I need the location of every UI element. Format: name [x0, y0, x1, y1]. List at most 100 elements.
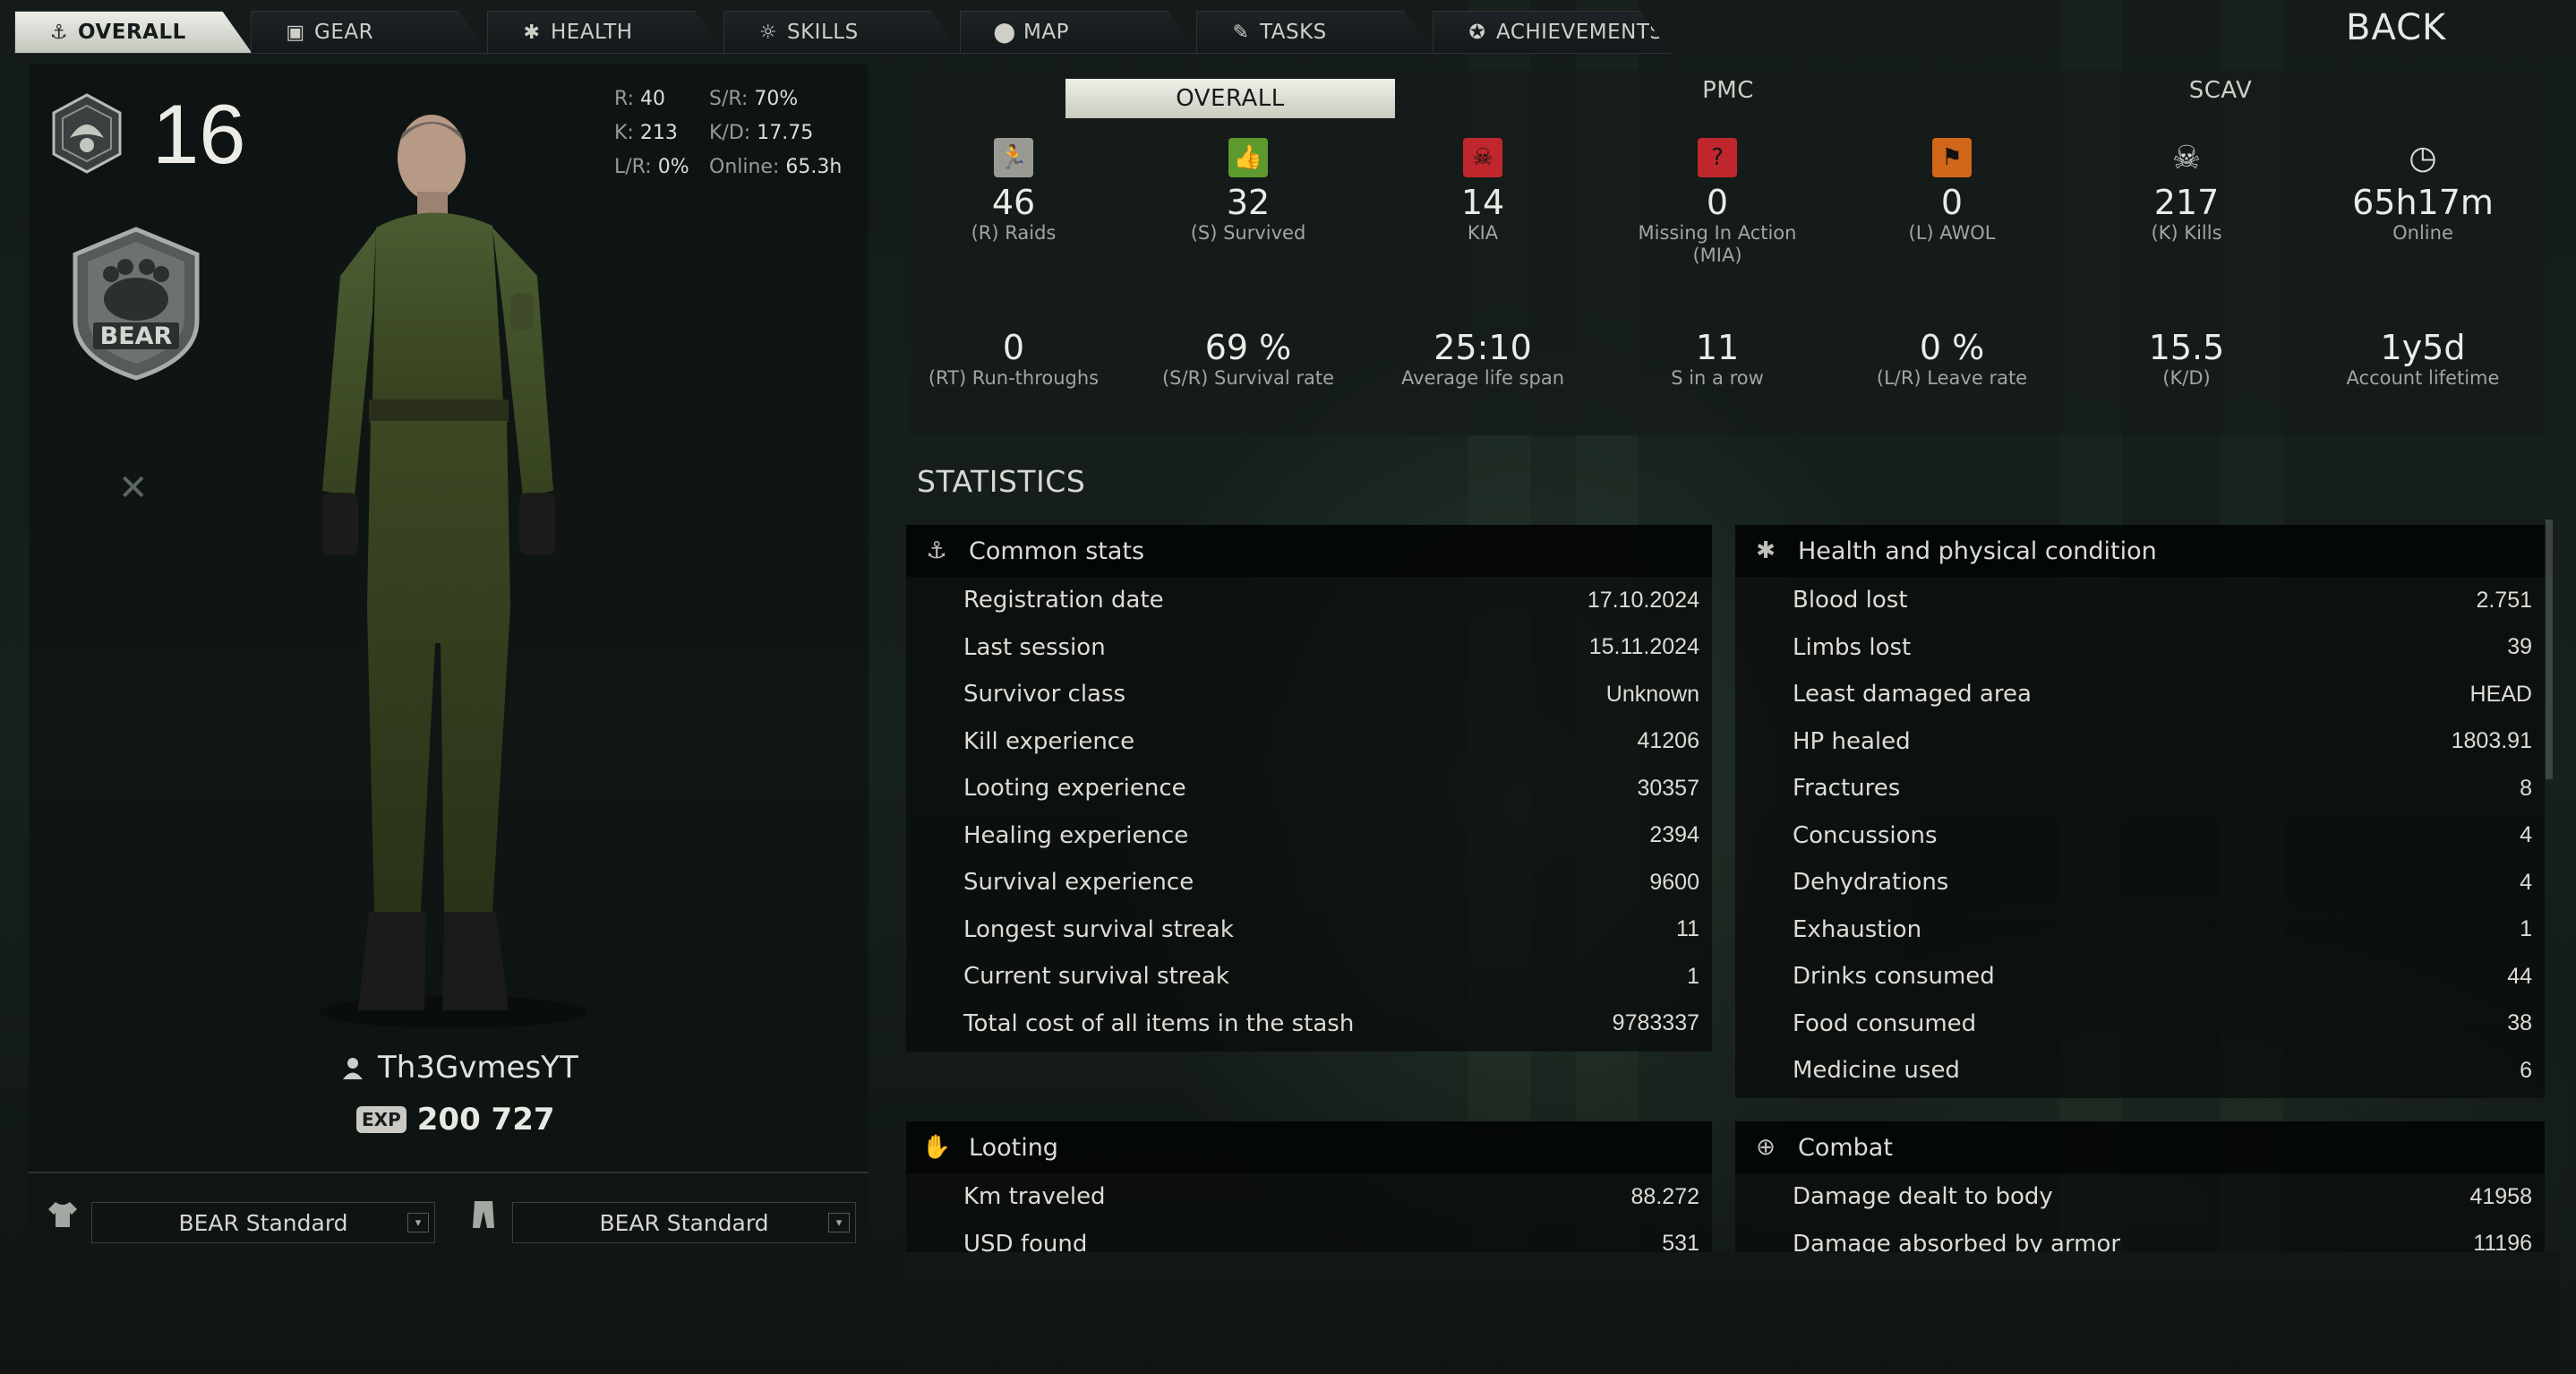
loadout-bar: BEAR Standard ▾ BEAR Standard ▾: [29, 1172, 869, 1259]
summary-stat: 👍 32 (S) Survived: [1132, 138, 1365, 245]
summary-stat: 0 % (L/R) Leave rate: [1836, 328, 2068, 390]
skull-crossbones-icon: ☠: [2171, 139, 2202, 176]
tab-tasks[interactable]: ✎ TASKS: [1196, 11, 1434, 54]
mode-tab-scav[interactable]: SCAV: [2140, 77, 2301, 104]
tab-label: SKILLS: [787, 21, 859, 44]
anchor-icon: ⚓: [49, 21, 69, 44]
stat-value: 2.751: [2476, 587, 2532, 613]
health-stats-header[interactable]: ✱ Health and physical condition: [1735, 525, 2545, 577]
character-model[interactable]: [269, 106, 627, 1046]
mode-tab-overall[interactable]: OVERALL: [1065, 79, 1395, 118]
stat-row: Healing experience 2394: [906, 812, 1712, 860]
tab-skills[interactable]: ☼ SKILLS: [723, 11, 962, 54]
quick-stats: R: 40 S/R: 70% K: 213 K/D: 17.75 L/R: 0% On…: [614, 82, 842, 185]
stat-label: Km traveled: [963, 1183, 1106, 1211]
stat-row: Last session 15.11.2024: [906, 624, 1712, 672]
summary-stat: ☠ 217 (K) Kills: [2070, 138, 2303, 245]
stat-label: Healing experience: [963, 821, 1189, 849]
stat-row: Looting experience 30357: [906, 765, 1712, 812]
bulb-icon: ☼: [758, 21, 778, 44]
stat-label: Concussions: [1793, 821, 1938, 849]
summary-value: 1y5d: [2380, 328, 2466, 367]
back-button[interactable]: BACK: [2346, 7, 2446, 48]
kills-value: 213: [639, 122, 678, 144]
anchor-icon: ⚓: [926, 537, 947, 564]
summary-value: 69 %: [1204, 328, 1292, 367]
stat-row: Fractures 8: [1735, 765, 2545, 812]
tab-achievements[interactable]: ✪ ACHIEVEMENTS: [1433, 11, 1671, 54]
stat-row: HP healed 1803.91: [1735, 718, 2545, 766]
bear-faction-emblem: BEAR: [73, 227, 200, 381]
health-stats-panel: ✱ Health and physical condition Blood lo…: [1735, 525, 2545, 1098]
stat-label: Last session: [963, 633, 1106, 661]
tab-label: HEALTH: [551, 21, 633, 44]
player-level: 16: [152, 87, 246, 181]
bottom-clothing-dropdown[interactable]: BEAR Standard ▾: [512, 1202, 856, 1243]
top-nav: ⚓ OVERALL ▣ GEAR ✱ HEALTH ☼ SKILLS ⬤ MAP ✎ TASKS ✪ AC…: [14, 11, 1671, 54]
health-icon: ✱: [523, 21, 541, 44]
combat-header[interactable]: ⊕ Combat: [1735, 1121, 2545, 1173]
stat-label: Total cost of all items in the stash: [963, 1009, 1355, 1037]
stat-label: Survival experience: [963, 869, 1194, 897]
clock-icon: ◷: [2409, 139, 2437, 176]
stat-value: 39: [2507, 634, 2532, 660]
scrollbar[interactable]: [2546, 520, 2553, 779]
tab-overall[interactable]: ⚓ OVERALL: [14, 11, 252, 54]
stat-value: 30357: [1637, 775, 1699, 801]
stat-row: Survival experience 9600: [906, 859, 1712, 906]
stat-label: Limbs lost: [1793, 633, 1912, 661]
health-stats-title: Health and physical condition: [1798, 537, 2157, 565]
combat-title: Combat: [1798, 1133, 1893, 1162]
nickname-row: Th3GvmesYT: [340, 1050, 578, 1086]
summary-value: 65h17m: [2352, 183, 2494, 222]
close-icon[interactable]: ✕: [118, 468, 149, 509]
stat-row: Exhaustion 1: [1735, 906, 2545, 954]
awol-icon: ⚑: [1932, 138, 1972, 177]
summary-value: 0: [1706, 183, 1729, 222]
stat-value: 41206: [1637, 728, 1699, 754]
combat-panel: ⊕ Combat Damage dealt to body 41958 Damage…: [1735, 1121, 2545, 1274]
stat-value: 6: [2520, 1057, 2532, 1083]
summary-label: (S) Survived: [1190, 222, 1306, 244]
stat-value: 1: [2520, 916, 2532, 942]
vest-icon: ▣: [286, 21, 305, 44]
summary-label: (S/R) Survival rate: [1161, 367, 1335, 389]
stat-row: Food consumed 38: [1735, 1000, 2545, 1048]
summary-label: Average life span: [1400, 367, 1565, 389]
stat-row: Km traveled 88.272: [906, 1173, 1712, 1221]
stat-value: 38: [2507, 1010, 2532, 1036]
user-icon: [343, 1058, 363, 1079]
tasks-icon: ✎: [1232, 21, 1250, 44]
stat-value: 15.11.2024: [1588, 634, 1699, 660]
thumbs-up-icon: 👍: [1228, 138, 1268, 177]
summary-stat: ☠ 14 KIA: [1366, 138, 1599, 245]
common-stats-header[interactable]: ⚓ Common stats: [906, 525, 1712, 577]
summary-value: 0 %: [1919, 328, 1985, 367]
player-nickname: Th3GvmesYT: [378, 1050, 578, 1086]
kd-value: 17.75: [757, 122, 814, 144]
stat-label: Survivor class: [963, 681, 1126, 708]
raids-value: 40: [640, 88, 666, 110]
tab-gear[interactable]: ▣ GEAR: [251, 11, 489, 54]
top-clothing-value: BEAR Standard: [178, 1209, 348, 1236]
chevron-down-icon[interactable]: ▾: [828, 1213, 850, 1232]
stat-label: Registration date: [963, 587, 1164, 614]
crosshair-icon: ⊕: [1756, 1134, 1776, 1161]
common-stats-title: Common stats: [969, 537, 1145, 565]
bottom-clothing-value: BEAR Standard: [599, 1209, 769, 1236]
stat-label: Medicine used: [1793, 1057, 1960, 1085]
summary-label: KIA: [1467, 222, 1499, 244]
tab-health[interactable]: ✱ HEALTH: [487, 11, 725, 54]
tab-label: GEAR: [314, 21, 374, 44]
chevron-down-icon[interactable]: ▾: [407, 1213, 429, 1232]
top-clothing-dropdown[interactable]: BEAR Standard ▾: [91, 1202, 435, 1243]
summary-value: 0: [1940, 183, 1964, 222]
stat-value: Unknown: [1605, 681, 1699, 707]
stat-row: Damage dealt to body 41958: [1735, 1173, 2545, 1221]
looting-header[interactable]: ✋ Looting: [906, 1121, 1712, 1173]
summary-label: Missing In Action (MIA): [1638, 222, 1797, 266]
summary-stat: 0 (RT) Run-throughs: [897, 328, 1130, 390]
summary-stat: 1y5d Account lifetime: [2306, 328, 2539, 390]
tab-map[interactable]: ⬤ MAP: [960, 11, 1198, 54]
mode-tab-pmc[interactable]: PMC: [1647, 77, 1809, 104]
